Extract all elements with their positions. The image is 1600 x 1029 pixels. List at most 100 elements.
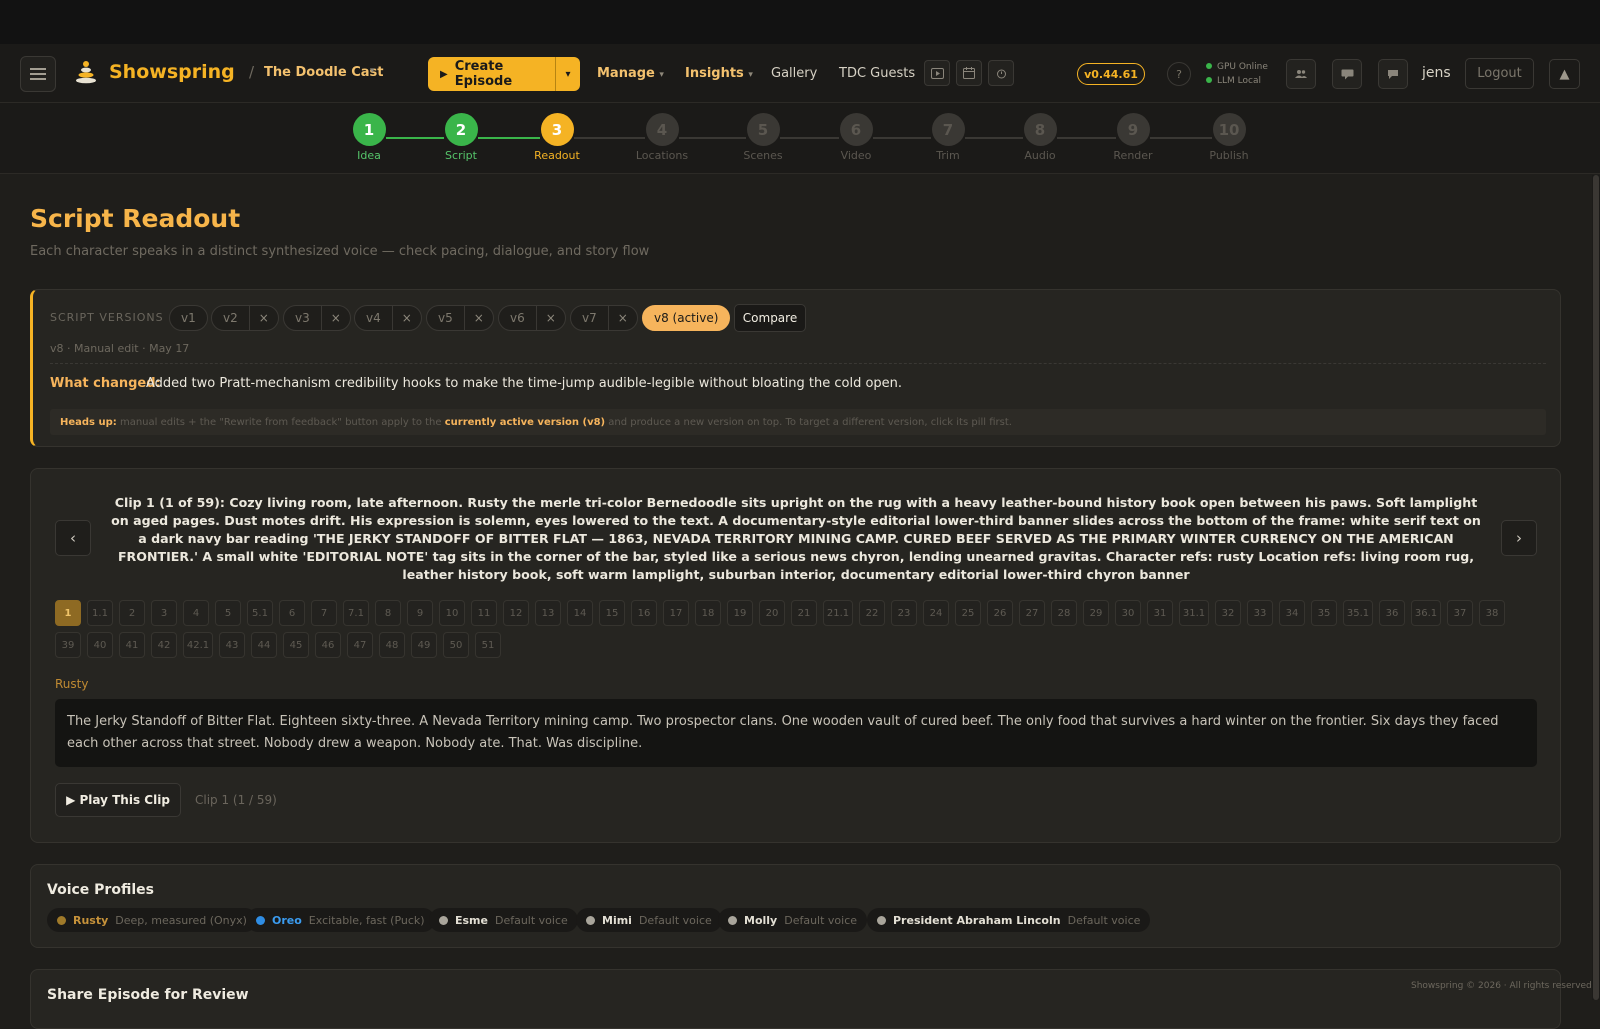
users-icon[interactable] xyxy=(1286,59,1316,89)
clip-chip[interactable]: 15 xyxy=(599,600,625,626)
video-icon[interactable] xyxy=(924,60,950,86)
step-publish[interactable]: 10 Publish xyxy=(1194,113,1264,162)
close-icon[interactable]: × xyxy=(535,306,565,330)
play-clip-button[interactable]: ▶ Play This Clip xyxy=(55,783,181,817)
chat-icon[interactable] xyxy=(1378,59,1408,89)
step-script[interactable]: 2 Script xyxy=(426,113,496,162)
clip-chip[interactable]: 35 xyxy=(1311,600,1337,626)
clip-chip[interactable]: 43 xyxy=(219,632,245,658)
clip-chip[interactable]: 23 xyxy=(891,600,917,626)
project-selector[interactable]: The Doodle Cast xyxy=(264,65,384,80)
create-episode-dropdown[interactable]: ▾ xyxy=(556,69,580,80)
clip-chip[interactable]: 14 xyxy=(567,600,593,626)
step-render[interactable]: 9 Render xyxy=(1098,113,1168,162)
clip-chip[interactable]: 36.1 xyxy=(1411,600,1441,626)
prev-clip-button[interactable]: ‹ xyxy=(55,520,91,556)
clip-chip[interactable]: 20 xyxy=(759,600,785,626)
clip-chip[interactable]: 41 xyxy=(119,632,145,658)
clip-chip[interactable]: 1 xyxy=(55,600,81,626)
nav-manage[interactable]: Manage ▾ xyxy=(597,66,664,81)
clip-chip[interactable]: 49 xyxy=(411,632,437,658)
voice-profile-president-abraham-lincoln[interactable]: President Abraham Lincoln Default voice xyxy=(867,908,1151,932)
clip-chip[interactable]: 1.1 xyxy=(87,600,113,626)
clip-chip[interactable]: 24 xyxy=(923,600,949,626)
clip-chip[interactable]: 13 xyxy=(535,600,561,626)
step-video[interactable]: 6 Video xyxy=(821,113,891,162)
voice-profile-esme[interactable]: Esme Default voice xyxy=(429,908,578,932)
brand-name[interactable]: Showspring xyxy=(109,61,235,83)
clip-chip[interactable]: 18 xyxy=(695,600,721,626)
step-readout[interactable]: 3 Readout xyxy=(522,113,592,162)
clip-chip[interactable]: 50 xyxy=(443,632,469,658)
clip-chip[interactable]: 48 xyxy=(379,632,405,658)
clip-chip[interactable]: 31 xyxy=(1147,600,1173,626)
clip-chip[interactable]: 7.1 xyxy=(343,600,369,626)
clip-chip[interactable]: 2 xyxy=(119,600,145,626)
clip-chip[interactable]: 16 xyxy=(631,600,657,626)
clip-chip[interactable]: 9 xyxy=(407,600,433,626)
step-idea[interactable]: 1 Idea xyxy=(334,113,404,162)
version-pill-v7[interactable]: v7 × xyxy=(570,305,638,331)
voice-profile-molly[interactable]: Molly Default voice xyxy=(718,908,868,932)
feedback-icon[interactable] xyxy=(1332,59,1362,89)
clip-chip[interactable]: 40 xyxy=(87,632,113,658)
clip-chip[interactable]: 7 xyxy=(311,600,337,626)
clip-chip[interactable]: 36 xyxy=(1379,600,1405,626)
step-locations[interactable]: 4 Locations xyxy=(627,113,697,162)
menu-icon[interactable] xyxy=(20,56,56,92)
help-icon[interactable]: ? xyxy=(1167,62,1191,86)
clip-chip[interactable]: 3 xyxy=(151,600,177,626)
voice-profile-rusty[interactable]: Rusty Deep, measured (Onyx) xyxy=(47,908,257,932)
nav-insights[interactable]: Insights ▾ xyxy=(685,66,753,81)
clip-chip[interactable]: 33 xyxy=(1247,600,1273,626)
step-audio[interactable]: 8 Audio xyxy=(1005,113,1075,162)
version-pill-v3[interactable]: v3 × xyxy=(283,305,351,331)
clip-chip[interactable]: 29 xyxy=(1083,600,1109,626)
version-pill-active[interactable]: v8 (active) xyxy=(642,305,731,331)
chevron-down-icon[interactable]: ▾ xyxy=(370,66,375,76)
clip-chip[interactable]: 39 xyxy=(55,632,81,658)
clip-chip[interactable]: 22 xyxy=(859,600,885,626)
clip-chip[interactable]: 31.1 xyxy=(1179,600,1209,626)
clip-chip[interactable]: 11 xyxy=(471,600,497,626)
step-scenes[interactable]: 5 Scenes xyxy=(728,113,798,162)
clip-chip[interactable]: 21 xyxy=(791,600,817,626)
nav-gallery[interactable]: Gallery xyxy=(771,66,817,81)
close-icon[interactable]: × xyxy=(248,306,278,330)
clip-chip[interactable]: 51 xyxy=(475,632,501,658)
clip-chip[interactable]: 37 xyxy=(1447,600,1473,626)
clip-chip[interactable]: 27 xyxy=(1019,600,1045,626)
clip-chip[interactable]: 45 xyxy=(283,632,309,658)
next-clip-button[interactable]: › xyxy=(1501,520,1537,556)
calendar-icon[interactable] xyxy=(956,60,982,86)
version-pill-v5[interactable]: v5 × xyxy=(426,305,494,331)
clip-chip[interactable]: 5 xyxy=(215,600,241,626)
clip-chip[interactable]: 34 xyxy=(1279,600,1305,626)
voice-profile-oreo[interactable]: Oreo Excitable, fast (Puck) xyxy=(246,908,435,932)
create-episode-button[interactable]: ▶ Create Episode ▾ xyxy=(428,57,580,91)
clip-chip[interactable]: 21.1 xyxy=(823,600,853,626)
clip-chip[interactable]: 42.1 xyxy=(183,632,213,658)
clip-chip[interactable]: 35.1 xyxy=(1343,600,1373,626)
clip-chip[interactable]: 46 xyxy=(315,632,341,658)
close-icon[interactable]: × xyxy=(391,306,421,330)
clip-chip[interactable]: 44 xyxy=(251,632,277,658)
compare-button[interactable]: Compare xyxy=(734,304,806,332)
clip-chip[interactable]: 4 xyxy=(183,600,209,626)
clip-chip[interactable]: 26 xyxy=(987,600,1013,626)
step-trim[interactable]: 7 Trim xyxy=(913,113,983,162)
clip-chip[interactable]: 47 xyxy=(347,632,373,658)
clip-chip[interactable]: 10 xyxy=(439,600,465,626)
clip-chip[interactable]: 42 xyxy=(151,632,177,658)
clip-chip[interactable]: 12 xyxy=(503,600,529,626)
scrollbar-thumb[interactable] xyxy=(1593,175,1599,1000)
clip-chip[interactable]: 25 xyxy=(955,600,981,626)
collapse-up-icon[interactable]: ▲ xyxy=(1549,59,1580,89)
close-icon[interactable]: × xyxy=(607,306,637,330)
logout-button[interactable]: Logout xyxy=(1465,58,1534,89)
version-pill-v2[interactable]: v2 × xyxy=(211,305,279,331)
clip-chip[interactable]: 6 xyxy=(279,600,305,626)
clip-chip[interactable]: 28 xyxy=(1051,600,1077,626)
nav-guests[interactable]: TDC Guests xyxy=(839,66,915,81)
version-pill-v4[interactable]: v4 × xyxy=(354,305,422,331)
